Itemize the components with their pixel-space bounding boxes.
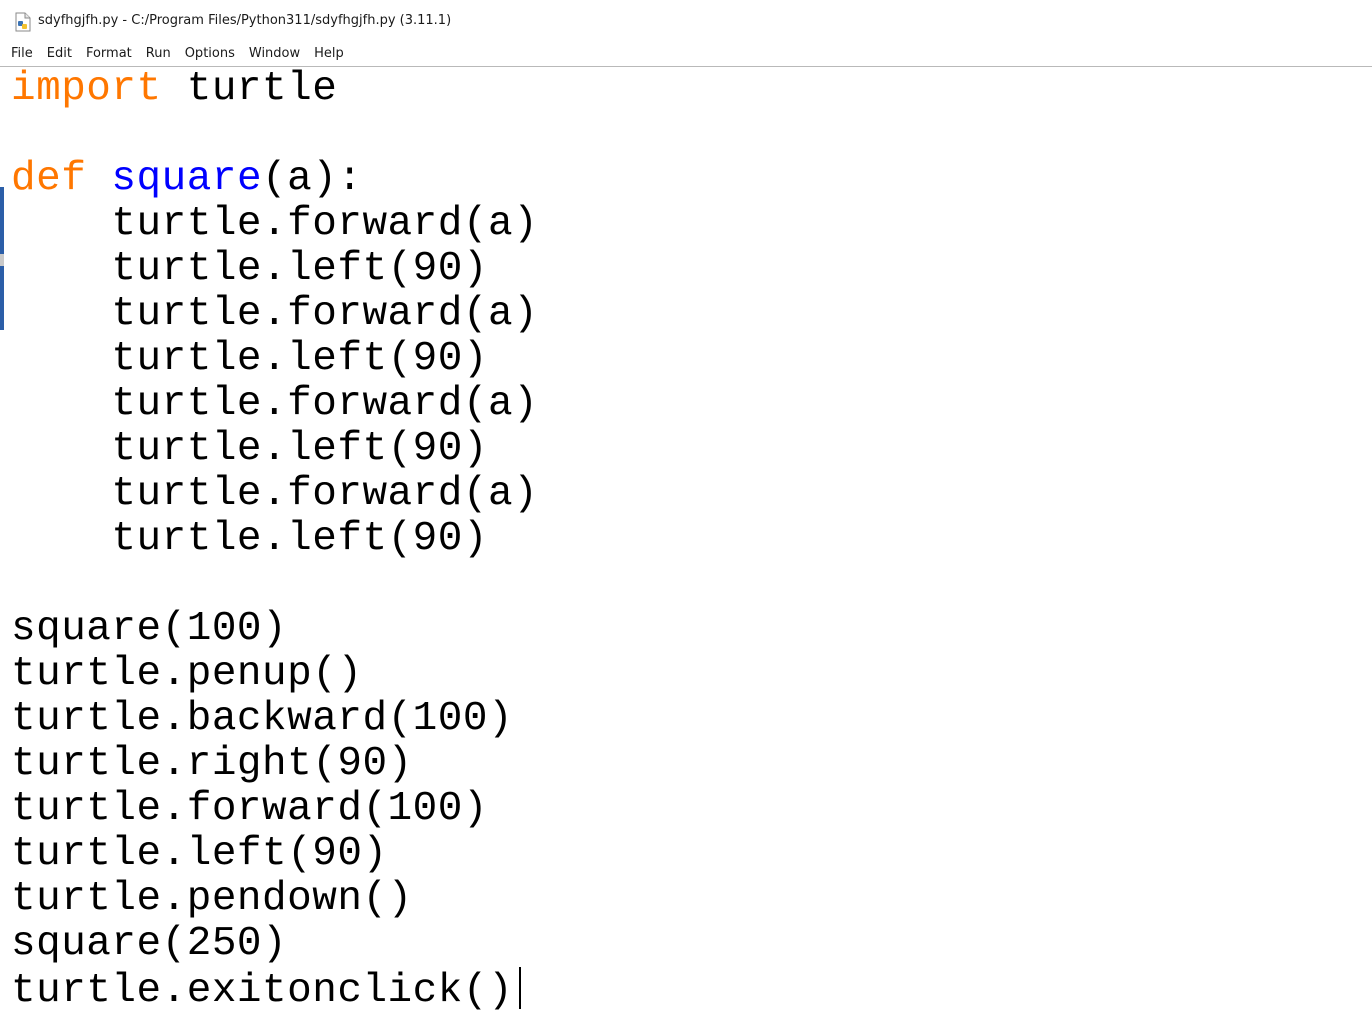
code-line-14: turtle.penup() — [11, 651, 363, 697]
code-line-18: turtle.left(90) — [11, 831, 388, 877]
window-title: sdyfhgjfh.py - C:/Program Files/Python31… — [38, 13, 452, 28]
menu-help[interactable]: Help — [307, 43, 351, 65]
code-line-11: turtle.left(90) — [11, 516, 488, 562]
keyword-def: def — [11, 156, 87, 202]
menu-edit[interactable]: Edit — [40, 43, 79, 65]
menu-format[interactable]: Format — [79, 43, 139, 65]
menu-bar: File Edit Format Run Options Window Help — [0, 42, 1372, 67]
code-line-20: square(250) — [11, 921, 288, 967]
menu-options[interactable]: Options — [178, 43, 242, 65]
code-line-17: turtle.forward(100) — [11, 786, 488, 832]
text-cursor — [519, 967, 522, 1009]
code-line-3: def square(a): — [11, 157, 1366, 202]
background-window-edge-gap — [0, 254, 4, 266]
code-line-8: turtle.forward(a) — [11, 381, 539, 427]
keyword-import: import — [11, 67, 162, 112]
menu-window[interactable]: Window — [242, 43, 307, 65]
code-line-5: turtle.left(90) — [11, 246, 488, 292]
idle-editor-window: sdyfhgjfh.py - C:/Program Files/Python31… — [0, 0, 1372, 1025]
code-line-7: turtle.left(90) — [11, 336, 488, 382]
code-editor[interactable]: import turtle def square(a): turtle.forw… — [11, 67, 1366, 1022]
code-line-16: turtle.right(90) — [11, 741, 413, 787]
function-name: square — [111, 156, 263, 202]
code-line-9: turtle.left(90) — [11, 426, 488, 472]
code-line-21: turtle.exitonclick() — [11, 967, 1366, 1014]
code-line-13: square(100) — [11, 606, 288, 652]
code-line-19: turtle.pendown() — [11, 876, 413, 922]
code-line-10: turtle.forward(a) — [11, 471, 539, 517]
code-text: turtle — [161, 67, 338, 112]
code-line-4: turtle.forward(a) — [11, 201, 539, 247]
code-line-6: turtle.forward(a) — [11, 291, 539, 337]
python-file-icon — [15, 12, 31, 32]
code-line-1: import turtle — [11, 67, 1366, 112]
code-text: (a): — [262, 156, 363, 202]
menu-file[interactable]: File — [0, 43, 40, 65]
menu-run[interactable]: Run — [139, 43, 178, 65]
code-line-15: turtle.backward(100) — [11, 696, 514, 742]
code-text: turtle.exitonclick() — [11, 968, 514, 1014]
title-bar[interactable]: sdyfhgjfh.py - C:/Program Files/Python31… — [0, 0, 1372, 42]
